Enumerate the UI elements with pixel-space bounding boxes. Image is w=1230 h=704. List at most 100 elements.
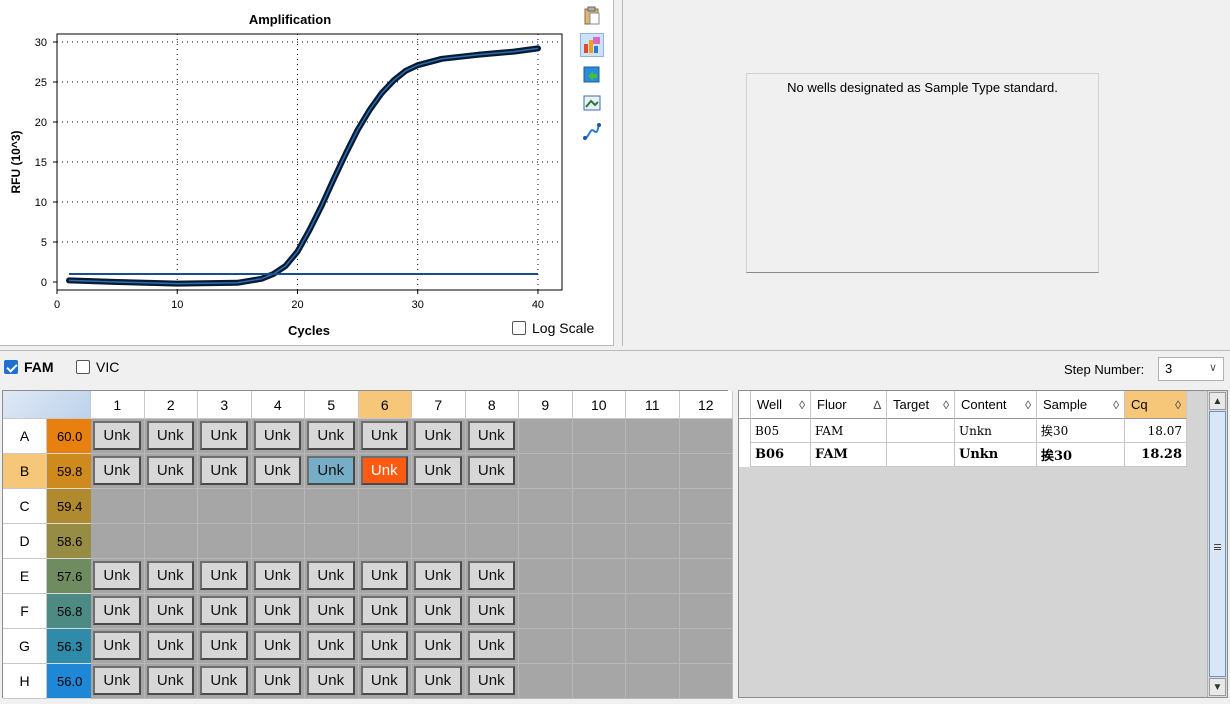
well-button-G1[interactable]: Unk — [93, 631, 141, 660]
sort-icon[interactable]: ◊ — [1025, 398, 1031, 412]
well-button-B7[interactable]: Unk — [414, 456, 462, 485]
well-button-G7[interactable]: Unk — [414, 631, 462, 660]
well-G4[interactable]: Unk — [251, 629, 305, 664]
sort-icon[interactable]: ◊ — [799, 398, 805, 412]
well-button-H8[interactable]: Unk — [467, 666, 515, 695]
well-H8[interactable]: Unk — [465, 664, 519, 699]
well-D8[interactable] — [465, 524, 519, 559]
scroll-up-icon[interactable]: ▲ — [1209, 392, 1226, 410]
well-E9[interactable] — [519, 559, 573, 594]
well-button-B4[interactable]: Unk — [253, 456, 301, 485]
fluor-vic-checkbox[interactable]: VIC — [76, 359, 119, 375]
well-A10[interactable] — [572, 419, 626, 454]
well-D12[interactable] — [679, 524, 733, 559]
well-button-A5[interactable]: Unk — [307, 421, 355, 450]
well-H11[interactable] — [626, 664, 680, 699]
log-scale-box[interactable] — [512, 321, 526, 335]
well-B2[interactable]: Unk — [144, 454, 198, 489]
well-button-B1[interactable]: Unk — [93, 456, 141, 485]
well-D2[interactable] — [144, 524, 198, 559]
well-C9[interactable] — [519, 489, 573, 524]
well-button-F5[interactable]: Unk — [307, 596, 355, 625]
log-scale-checkbox[interactable]: Log Scale — [512, 320, 594, 336]
column-header-well[interactable]: Well ◊ — [751, 391, 811, 419]
well-F9[interactable] — [519, 594, 573, 629]
well-D9[interactable] — [519, 524, 573, 559]
well-B8[interactable]: Unk — [465, 454, 519, 489]
column-header-5[interactable]: 5 — [305, 391, 359, 419]
well-button-G8[interactable]: Unk — [467, 631, 515, 660]
row-header-B[interactable]: B — [3, 454, 47, 489]
row-selector[interactable] — [739, 419, 751, 443]
well-G8[interactable]: Unk — [465, 629, 519, 664]
well-C8[interactable] — [465, 489, 519, 524]
well-E5[interactable]: Unk — [305, 559, 359, 594]
well-E3[interactable]: Unk — [198, 559, 252, 594]
well-C3[interactable] — [198, 489, 252, 524]
well-B3[interactable]: Unk — [198, 454, 252, 489]
column-header-fluor[interactable]: Fluor ∆ — [811, 391, 887, 419]
well-G10[interactable] — [572, 629, 626, 664]
well-button-A3[interactable]: Unk — [200, 421, 248, 450]
well-F11[interactable] — [626, 594, 680, 629]
well-H7[interactable]: Unk — [412, 664, 466, 699]
well-B11[interactable] — [626, 454, 680, 489]
well-E11[interactable] — [626, 559, 680, 594]
well-button-E6[interactable]: Unk — [360, 561, 408, 590]
well-button-B3[interactable]: Unk — [200, 456, 248, 485]
row-selector[interactable] — [739, 443, 751, 467]
well-G1[interactable]: Unk — [91, 629, 145, 664]
column-header-12[interactable]: 12 — [679, 391, 733, 419]
well-H10[interactable] — [572, 664, 626, 699]
well-C6[interactable] — [358, 489, 412, 524]
well-F8[interactable]: Unk — [465, 594, 519, 629]
well-button-E2[interactable]: Unk — [146, 561, 194, 590]
row-header-E[interactable]: E — [3, 559, 47, 594]
scroll-down-icon[interactable]: ▼ — [1209, 678, 1226, 696]
well-D10[interactable] — [572, 524, 626, 559]
vertical-scrollbar[interactable]: ▲ ▼ — [1207, 391, 1227, 697]
well-D6[interactable] — [358, 524, 412, 559]
well-F10[interactable] — [572, 594, 626, 629]
well-C7[interactable] — [412, 489, 466, 524]
table-row[interactable]: B05 FAM Unkn 挨30 18.07 — [739, 419, 1187, 443]
image-icon[interactable] — [580, 91, 604, 115]
well-A7[interactable]: Unk — [412, 419, 466, 454]
sort-icon[interactable]: ◊ — [1175, 398, 1181, 412]
well-A6[interactable]: Unk — [358, 419, 412, 454]
well-C11[interactable] — [626, 489, 680, 524]
fluor-fam-checkbox[interactable]: FAM — [4, 359, 54, 375]
well-button-B8[interactable]: Unk — [467, 456, 515, 485]
well-D11[interactable] — [626, 524, 680, 559]
well-B12[interactable] — [679, 454, 733, 489]
well-button-H4[interactable]: Unk — [253, 666, 301, 695]
well-B7[interactable]: Unk — [412, 454, 466, 489]
well-F12[interactable] — [679, 594, 733, 629]
plate-corner[interactable] — [3, 391, 91, 419]
well-button-H6[interactable]: Unk — [360, 666, 408, 695]
well-button-A8[interactable]: Unk — [467, 421, 515, 450]
sort-icon[interactable]: ◊ — [943, 398, 949, 412]
well-B10[interactable] — [572, 454, 626, 489]
well-button-A6[interactable]: Unk — [360, 421, 408, 450]
well-A2[interactable]: Unk — [144, 419, 198, 454]
well-A4[interactable]: Unk — [251, 419, 305, 454]
well-C12[interactable] — [679, 489, 733, 524]
well-C10[interactable] — [572, 489, 626, 524]
well-button-A1[interactable]: Unk — [93, 421, 141, 450]
column-header-sample[interactable]: Sample ◊ — [1037, 391, 1125, 419]
well-button-H7[interactable]: Unk — [414, 666, 462, 695]
well-A12[interactable] — [679, 419, 733, 454]
well-button-E7[interactable]: Unk — [414, 561, 462, 590]
well-H5[interactable]: Unk — [305, 664, 359, 699]
well-button-G3[interactable]: Unk — [200, 631, 248, 660]
well-E12[interactable] — [679, 559, 733, 594]
well-H6[interactable]: Unk — [358, 664, 412, 699]
sort-icon[interactable]: ∆ — [874, 398, 881, 412]
clipboard-icon[interactable] — [580, 4, 604, 28]
well-button-E1[interactable]: Unk — [93, 561, 141, 590]
column-header-content[interactable]: Content ◊ — [955, 391, 1037, 419]
row-header-C[interactable]: C — [3, 489, 47, 524]
row-header-D[interactable]: D — [3, 524, 47, 559]
well-button-H3[interactable]: Unk — [200, 666, 248, 695]
